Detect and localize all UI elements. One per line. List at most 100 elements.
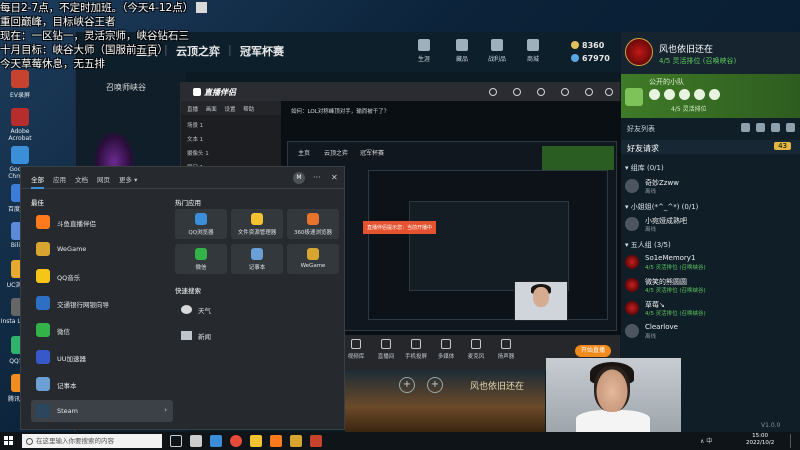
nested-nav: 主页 <box>298 150 311 157</box>
taskbar-clock[interactable]: 15:00 2022/10/2 <box>746 433 774 447</box>
close-icon[interactable] <box>605 88 613 96</box>
lol-icon[interactable] <box>310 435 322 447</box>
account-avatar[interactable]: M <box>293 172 305 184</box>
scene-item[interactable]: 摄像头 1 <box>187 149 209 157</box>
chevron-right-icon[interactable]: › <box>164 406 167 414</box>
app-result-label: 记事本 <box>57 382 77 390</box>
hot-app-tile[interactable]: 360极速浏览器 <box>287 209 339 239</box>
tab-docs[interactable]: 文档 <box>75 174 88 184</box>
menu-icon[interactable] <box>537 88 545 96</box>
hot-app-tile[interactable]: QQ浏览器 <box>175 209 227 239</box>
widgets-icon[interactable] <box>190 435 202 447</box>
group-icon[interactable] <box>756 123 765 132</box>
party-member-dot <box>694 89 705 100</box>
phone-icon <box>411 339 421 349</box>
app-icon <box>307 213 319 225</box>
friend-group[interactable]: ▾ 五人组 (3/5) <box>625 240 671 250</box>
speaker-tool[interactable]: 扬声器 <box>491 339 521 360</box>
maximize-icon[interactable] <box>585 88 593 96</box>
desktop-icon[interactable]: EV录屏 <box>0 70 40 99</box>
friend-group[interactable]: ▾ 组库 (0/1) <box>625 163 664 173</box>
live-room-tool[interactable]: 直播间 <box>371 339 401 360</box>
desktop-icon-label: EV录屏 <box>10 92 30 99</box>
minimize-icon[interactable] <box>561 88 569 96</box>
close-icon[interactable]: ✕ <box>331 173 338 182</box>
nested-preview-inner <box>368 170 608 320</box>
tab-more[interactable]: 更多 ▾ <box>119 174 137 184</box>
quick-weather[interactable]: 天气 <box>181 305 211 315</box>
add-friend-icon[interactable] <box>741 123 750 132</box>
more-options-icon[interactable]: ··· <box>313 173 321 182</box>
taskbar-search-box[interactable]: 在这里输入你要搜索的内容 <box>22 434 162 448</box>
friend-item[interactable]: So1eMemory1 4/5 灵活排位 (召唤峡谷) <box>625 254 795 272</box>
tab-apps[interactable]: 应用 <box>53 174 66 184</box>
media-tool[interactable]: 多媒体 <box>431 339 461 360</box>
hot-app-tile[interactable]: WeGame <box>287 244 339 274</box>
show-desktop-button[interactable] <box>790 434 796 448</box>
windows-start-icon[interactable] <box>4 436 14 446</box>
store-tab[interactable]: 商城 <box>518 39 548 63</box>
douyu-icon[interactable] <box>270 435 282 447</box>
app-result-item[interactable]: 记事本 <box>31 373 173 395</box>
add-icon[interactable]: + <box>399 377 415 393</box>
app-result-item[interactable]: Steam › <box>31 400 173 422</box>
desktop-icon[interactable]: Adobe Acrobat <box>0 108 40 142</box>
quick-news[interactable]: 新闻 <box>181 331 211 341</box>
app-icon <box>36 350 50 364</box>
streamer-logo: 直播伴侣 <box>193 87 236 98</box>
friend-item[interactable]: 微笑的熊圆圆 4/5 灵活排位 (召唤峡谷) <box>625 277 795 295</box>
app-result-label: 斗鱼直播伴侣 <box>57 220 96 228</box>
app-icon <box>36 242 50 256</box>
profile-tab[interactable]: 生涯 <box>409 39 439 63</box>
add-icon[interactable]: + <box>427 377 443 393</box>
app-icon <box>36 296 50 310</box>
chrome-icon[interactable] <box>230 435 242 447</box>
app-result-item[interactable]: 斗鱼直播伴侣 <box>31 211 173 233</box>
nav-clash[interactable]: 冠军杯赛 <box>240 43 284 59</box>
friend-item[interactable]: 草莓↘ 4/5 灵活排位 (召唤峡谷) <box>625 300 795 318</box>
friend-group[interactable]: ▾ 小姐姐(*^_^*) (0/1) <box>625 202 698 212</box>
menu-item[interactable]: 设置 <box>225 105 236 113</box>
menu-item[interactable]: 帮助 <box>243 105 254 113</box>
hot-app-tile[interactable]: 文件资源管理器 <box>231 209 283 239</box>
task-view-icon[interactable] <box>170 435 182 447</box>
microphone-tool[interactable]: 麦克风 <box>461 339 491 360</box>
app-result-item[interactable]: UU加速器 <box>31 346 173 368</box>
profile-nickname: 风也依旧还在 <box>659 45 714 55</box>
loot-tab[interactable]: 战利品 <box>482 39 512 63</box>
menu-item[interactable]: 画面 <box>206 105 217 113</box>
public-party[interactable]: 公开的小队 4/5 灵活排位 <box>621 74 800 118</box>
friend-requests[interactable]: 好友请求 43 <box>621 140 800 154</box>
sort-icon[interactable] <box>771 123 780 132</box>
nested-preview-deep <box>409 201 569 291</box>
app-result-item[interactable]: 微信 <box>31 319 173 341</box>
friend-item[interactable]: 奇妙Zzww 离线 <box>625 178 795 196</box>
app-result-item[interactable]: WeGame <box>31 238 173 260</box>
app-result-item[interactable]: 交通银行网银向导 <box>31 292 173 314</box>
tab-web[interactable]: 网页 <box>97 174 110 184</box>
settings-icon[interactable] <box>513 88 521 96</box>
app-result-item[interactable]: QQ音乐 <box>31 265 173 287</box>
start-live-button[interactable]: 开始直播 <box>575 345 611 357</box>
video-library-tool[interactable]: 视频库 <box>341 339 371 360</box>
wegame-icon[interactable] <box>290 435 302 447</box>
search-icon[interactable] <box>786 123 795 132</box>
hot-app-tile[interactable]: 微信 <box>175 244 227 274</box>
friends-header: 好友列表 <box>621 120 800 136</box>
friend-item[interactable]: Clearlove 离线 <box>625 323 795 341</box>
profile-card[interactable]: 风也依旧还在 4/5 灵活排位 (召唤峡谷) <box>621 32 800 74</box>
system-tray[interactable]: ∧ 中 <box>700 436 712 445</box>
collection-tab[interactable]: 藏品 <box>447 39 477 63</box>
scene-item[interactable]: 文本 1 <box>187 135 203 143</box>
store-icon <box>527 39 539 51</box>
hot-app-tile[interactable]: 记事本 <box>231 244 283 274</box>
friend-item[interactable]: 小宛娅成熟吧 离线 <box>625 216 795 234</box>
tab-all[interactable]: 全部 <box>31 174 44 189</box>
scene-item[interactable]: 场景 1 <box>187 121 203 129</box>
menu-item[interactable]: 直播 <box>187 105 198 113</box>
record-icon[interactable] <box>489 88 497 96</box>
file-explorer-icon[interactable] <box>250 435 262 447</box>
browser-icon[interactable] <box>210 435 222 447</box>
phone-cast-tool[interactable]: 手机投屏 <box>401 339 431 360</box>
friends-header-label: 好友列表 <box>627 125 655 133</box>
